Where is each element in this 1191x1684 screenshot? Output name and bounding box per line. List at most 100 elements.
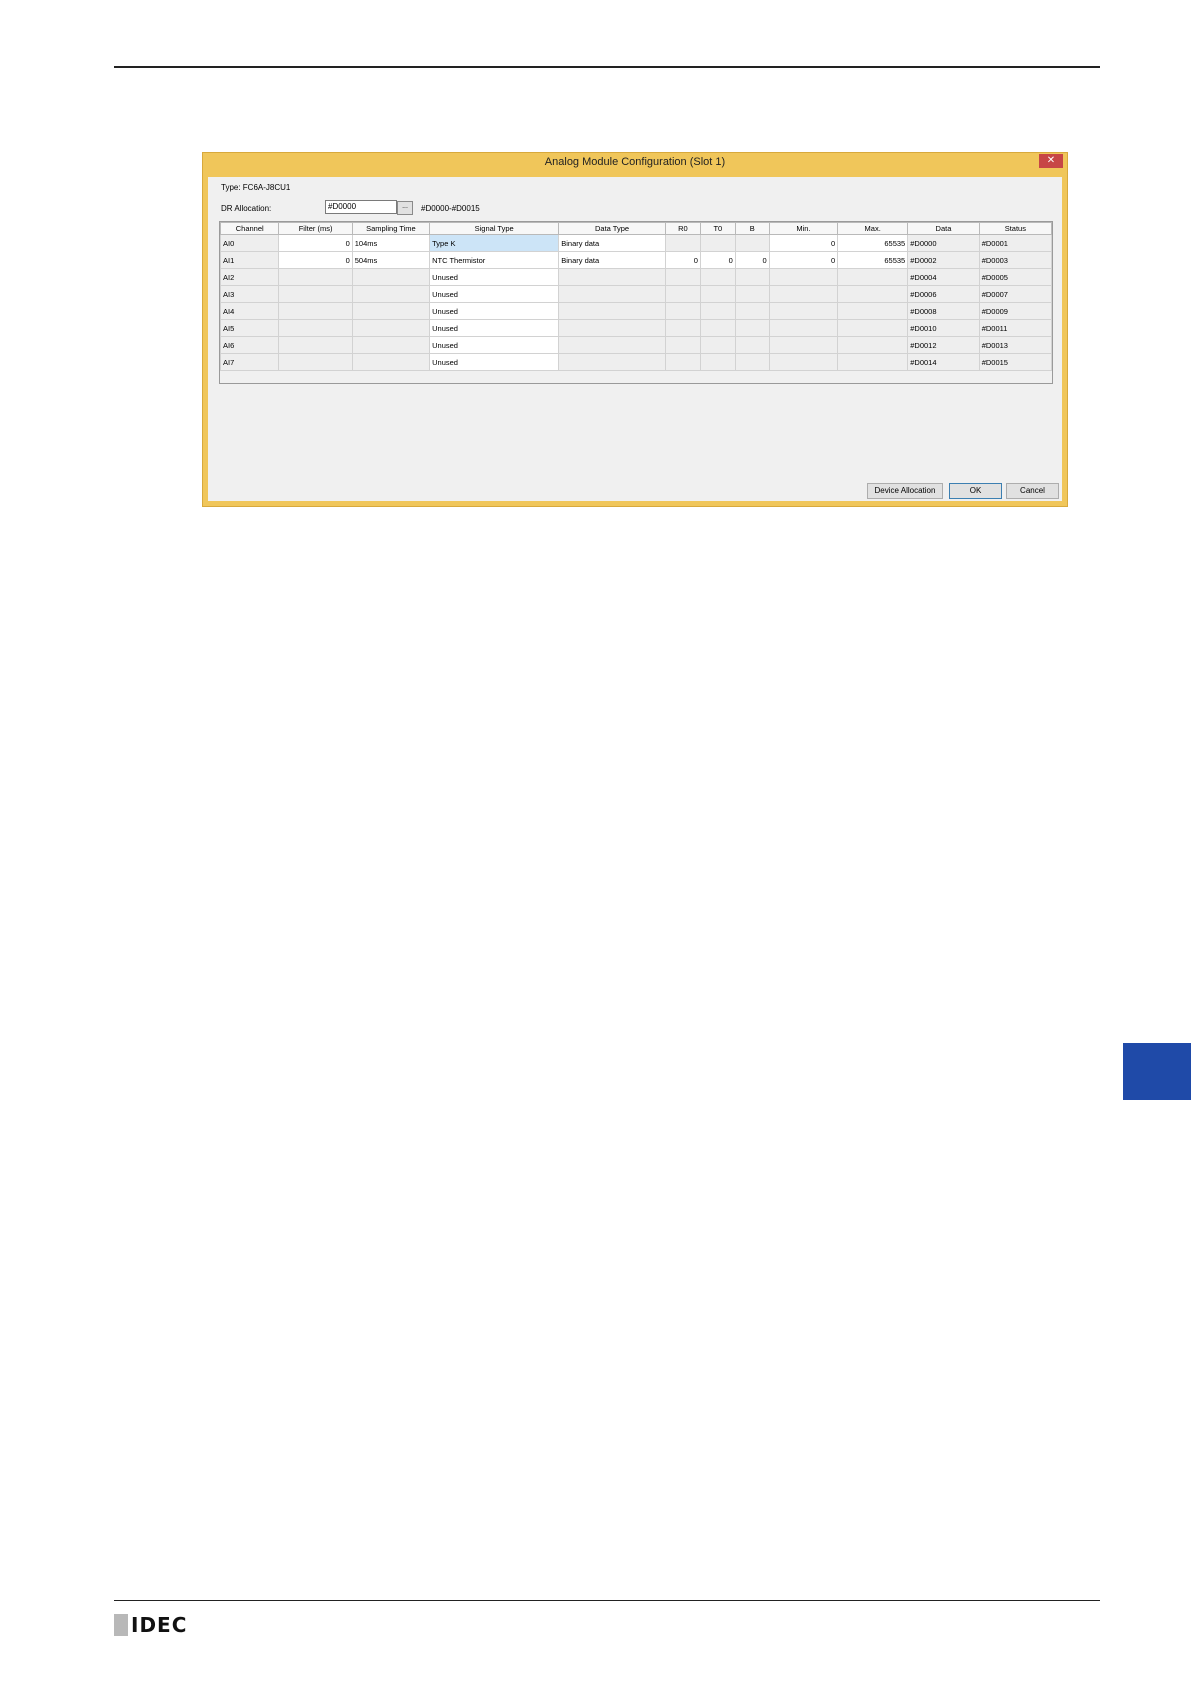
dialog-titlebar[interactable]: Analog Module Configuration (Slot 1) ✕: [203, 153, 1067, 175]
dialog-client-area: Type: FC6A-J8CU1 DR Allocation: #D0000 .…: [208, 177, 1062, 501]
cell-b: [734, 285, 770, 303]
cell-min: [768, 319, 839, 337]
cell-status: #D0013: [978, 336, 1052, 354]
dr-allocation-label: DR Allocation:: [221, 204, 272, 213]
cell-t0: [699, 268, 736, 286]
channel-config-grid[interactable]: Channel Filter (ms) Sampling Time Signal…: [219, 221, 1053, 384]
header-filter[interactable]: Filter (ms): [278, 222, 353, 235]
cell-min: [768, 336, 839, 354]
cell-signal-type[interactable]: NTC Thermistor: [429, 251, 560, 269]
grid-header-row: Channel Filter (ms) Sampling Time Signal…: [220, 222, 1052, 235]
cell-sampling-time: [351, 285, 431, 303]
cell-sampling-time[interactable]: 504ms: [351, 251, 431, 269]
table-row: AI4 Unused #D0008 #D0009: [220, 302, 1052, 320]
module-type-label: Type: FC6A-J8CU1: [221, 183, 291, 192]
cell-b: [734, 302, 770, 320]
cell-signal-type[interactable]: Unused: [429, 285, 560, 303]
cell-channel: AI5: [220, 319, 280, 337]
channel-config-table: Channel Filter (ms) Sampling Time Signal…: [220, 222, 1052, 371]
cell-data: #D0014: [907, 353, 980, 371]
cell-b[interactable]: 0: [734, 251, 770, 269]
cell-min[interactable]: 0: [768, 234, 839, 252]
cell-max[interactable]: 65535: [837, 251, 909, 269]
cell-data-type: [558, 302, 666, 320]
cell-r0: [664, 353, 701, 371]
cell-t0: [699, 302, 736, 320]
cell-r0: [664, 336, 701, 354]
dr-allocation-input[interactable]: #D0000: [325, 200, 397, 214]
dr-allocation-range: #D0000-#D0015: [421, 204, 480, 213]
cell-status: #D0009: [978, 302, 1052, 320]
cell-signal-type[interactable]: Unused: [429, 302, 560, 320]
cell-status: #D0007: [978, 285, 1052, 303]
cell-max: [837, 302, 909, 320]
header-signal-type[interactable]: Signal Type: [429, 222, 560, 235]
cell-filter: [278, 353, 353, 371]
cell-sampling-time[interactable]: 104ms: [351, 234, 431, 252]
dr-allocation-browse-button[interactable]: ...: [397, 201, 413, 215]
header-sampling-time[interactable]: Sampling Time: [351, 222, 431, 235]
cell-signal-type[interactable]: Type K: [429, 234, 560, 252]
cell-b: [734, 319, 770, 337]
header-data-type[interactable]: Data Type: [558, 222, 666, 235]
cell-data-type[interactable]: Binary data: [558, 234, 666, 252]
cell-status: #D0005: [978, 268, 1052, 286]
cell-max: [837, 319, 909, 337]
cell-data-type: [558, 268, 666, 286]
cell-t0: [699, 234, 736, 252]
cell-channel: AI0: [220, 234, 280, 252]
cell-r0: [664, 319, 701, 337]
cell-channel: AI7: [220, 353, 280, 371]
cell-signal-type[interactable]: Unused: [429, 268, 560, 286]
header-max[interactable]: Max.: [837, 222, 909, 235]
cell-data-type: [558, 319, 666, 337]
cell-data-type[interactable]: Binary data: [558, 251, 666, 269]
cell-channel: AI3: [220, 285, 280, 303]
cell-signal-type[interactable]: Unused: [429, 336, 560, 354]
cell-data: #D0006: [907, 285, 980, 303]
header-status[interactable]: Status: [978, 222, 1052, 235]
cell-filter[interactable]: 0: [278, 234, 353, 252]
header-t0[interactable]: T0: [699, 222, 736, 235]
ok-button[interactable]: OK: [949, 483, 1002, 499]
cell-b: [734, 336, 770, 354]
header-r0[interactable]: R0: [664, 222, 701, 235]
cell-min[interactable]: 0: [768, 251, 839, 269]
header-channel[interactable]: Channel: [220, 222, 280, 235]
header-b[interactable]: B: [734, 222, 770, 235]
cell-signal-type[interactable]: Unused: [429, 353, 560, 371]
table-row: AI7 Unused #D0014 #D0015: [220, 353, 1052, 371]
cell-t0[interactable]: 0: [699, 251, 736, 269]
cell-filter[interactable]: 0: [278, 251, 353, 269]
cell-channel: AI2: [220, 268, 280, 286]
close-icon: ✕: [1046, 155, 1056, 166]
logo-mark: [114, 1614, 128, 1636]
cell-t0: [699, 285, 736, 303]
cancel-button[interactable]: Cancel: [1006, 483, 1059, 499]
table-row: AI0 0 104ms Type K Binary data 0 65535 #…: [220, 234, 1052, 252]
cell-max: [837, 285, 909, 303]
close-button[interactable]: ✕: [1039, 154, 1063, 168]
header-rule: [114, 66, 1100, 68]
cell-signal-type[interactable]: Unused: [429, 319, 560, 337]
table-row: AI2 Unused #D0004 #D0005: [220, 268, 1052, 286]
device-allocation-button[interactable]: Device Allocation: [867, 483, 943, 499]
cell-max[interactable]: 65535: [837, 234, 909, 252]
cell-channel: AI4: [220, 302, 280, 320]
header-min[interactable]: Min.: [768, 222, 839, 235]
header-data[interactable]: Data: [907, 222, 980, 235]
cell-b: [734, 234, 770, 252]
cell-max: [837, 268, 909, 286]
cell-data-type: [558, 336, 666, 354]
cell-sampling-time: [351, 353, 431, 371]
cell-data: #D0004: [907, 268, 980, 286]
logo-text: IDEC: [131, 1613, 188, 1637]
idec-logo: IDEC: [114, 1613, 188, 1637]
cell-r0: [664, 285, 701, 303]
cell-b: [734, 268, 770, 286]
cell-filter: [278, 268, 353, 286]
cell-channel: AI1: [220, 251, 280, 269]
cell-filter: [278, 302, 353, 320]
cell-r0[interactable]: 0: [664, 251, 701, 269]
table-row: AI6 Unused #D0012 #D0013: [220, 336, 1052, 354]
